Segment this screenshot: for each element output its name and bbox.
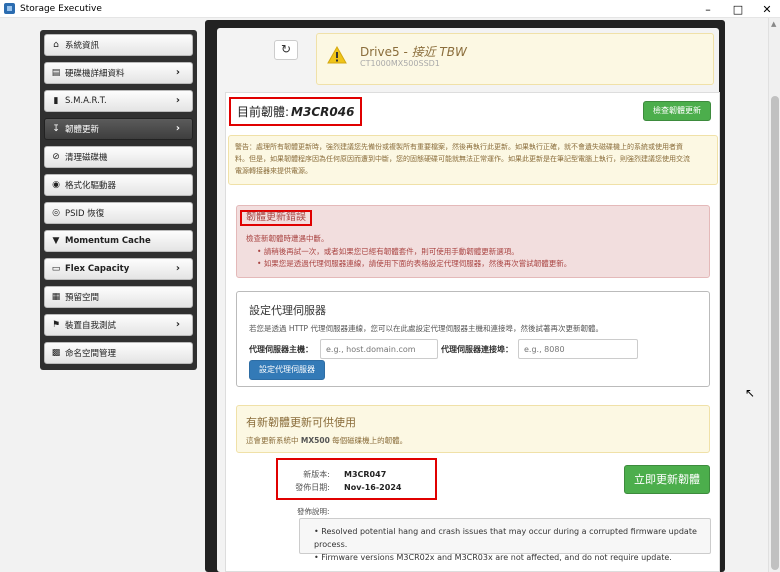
sidebar-item-system-info[interactable]: ⌂ 系統資訊: [44, 34, 193, 56]
sidebar-item-label: 命名空間管理: [65, 349, 117, 359]
current-firmware-value: M3CR046: [291, 104, 355, 119]
refresh-button[interactable]: ↻: [274, 40, 298, 60]
drive-name: Drive5 - 接近 TBW: [360, 45, 467, 59]
flex-icon: ▭: [51, 264, 61, 274]
sidebar-item-self-test[interactable]: ⚑ 裝置自我測試 ›: [44, 314, 193, 336]
title-bar: Storage Executive: [0, 0, 780, 18]
proxy-host-input[interactable]: [320, 339, 438, 359]
scroll-up-icon[interactable]: ▲: [771, 20, 776, 28]
sidebar-item-label: 韌體更新: [65, 125, 100, 135]
sidebar-item-label: 裝置自我測試: [65, 321, 117, 331]
disc-icon: ◉: [52, 180, 60, 190]
current-firmware: 目前韌體: M3CR046: [229, 97, 362, 126]
sidebar-item-drive-details[interactable]: ▤ 硬碟機詳細資料 ›: [44, 62, 193, 84]
flag-icon: ⚑: [51, 320, 61, 330]
ban-icon: ⊘: [52, 152, 60, 162]
scrollbar-thumb[interactable]: [771, 96, 779, 570]
mouse-cursor-icon: ↖: [745, 386, 756, 400]
sidebar-item-label: 預留空間: [65, 293, 100, 303]
namespace-icon: ▩: [51, 348, 61, 358]
update-firmware-now-button[interactable]: 立即更新韌體: [624, 465, 710, 494]
warning-icon: [327, 46, 347, 64]
sidebar-item-label: S.M.A.R.T.: [65, 96, 107, 106]
new-version-value: M3CR047: [344, 470, 387, 479]
chevron-right-icon: ›: [175, 95, 180, 106]
sidebar-item-label: Flex Capacity: [65, 264, 130, 274]
eye-icon: ◎: [52, 208, 60, 218]
sidebar-item-namespace[interactable]: ▩ 命名空間管理: [44, 342, 193, 364]
app-icon: [4, 3, 15, 14]
sidebar-item-firmware-update[interactable]: ↧ 韌體更新 ›: [44, 118, 193, 140]
check-firmware-update-button[interactable]: 檢查韌體更新: [643, 101, 711, 121]
scrollbar[interactable]: ▲: [768, 18, 780, 572]
window-title: Storage Executive: [20, 3, 102, 14]
chevron-right-icon: ›: [175, 263, 180, 274]
list-item: Firmware versions M3CR02x and M3CR03x ar…: [314, 551, 710, 564]
new-version-label: 新版本:: [303, 470, 330, 479]
proxy-description: 若您是透過 HTTP 代理伺服器連線，您可以在此處設定代理伺服器主機和連接埠，然…: [249, 324, 603, 333]
proxy-port-label: 代理伺服器連接埠：: [441, 345, 513, 354]
release-date-value: Nov-16-2024: [344, 483, 402, 492]
sidebar-item-label: PSID 恢復: [65, 209, 105, 219]
chevron-right-icon: ›: [175, 67, 180, 78]
chevron-right-icon: ›: [175, 123, 180, 134]
sidebar-item-label: 硬碟機詳細資料: [65, 69, 125, 79]
sidebar-item-momentum-cache[interactable]: ▼ Momentum Cache: [44, 230, 193, 252]
update-title: 有新韌體更新可供使用: [246, 416, 356, 429]
proxy-host-label: 代理伺服器主機：: [249, 345, 313, 354]
sidebar-item-format[interactable]: ◉ 格式化驅動器: [44, 174, 193, 196]
release-date-label: 發佈日期:: [295, 483, 330, 492]
home-icon: ⌂: [53, 40, 59, 50]
drive-status-box: Drive5 - 接近 TBW CT1000MX500SSD1: [316, 33, 714, 85]
drive-model: CT1000MX500SSD1: [360, 59, 440, 68]
drive-icon: ▤: [51, 68, 61, 78]
sidebar-item-label: 格式化驅動器: [65, 181, 117, 191]
proxy-title: 設定代理伺服器: [249, 304, 326, 317]
sidebar-item-psid-revert[interactable]: ◎ PSID 恢復: [44, 202, 193, 224]
list-item: 請稍後再試一次，或者如果您已經有韌體套件，則可使用手動韌體更新選項。: [257, 246, 571, 258]
refresh-icon: ↻: [280, 42, 292, 56]
error-description: 檢查新韌體時遭遇中斷。: [246, 234, 329, 243]
sidebar-item-flex-capacity[interactable]: ▭ Flex Capacity ›: [44, 258, 193, 280]
release-notes-label: 發佈說明:: [297, 507, 330, 516]
maximize-icon[interactable]: □: [723, 0, 753, 18]
filter-icon: ▼: [52, 236, 60, 246]
proxy-settings: 設定代理伺服器 若您是透過 HTTP 代理伺服器連線，您可以在此處設定代理伺服器…: [236, 291, 710, 387]
update-available-box: 有新韌體更新可供使用 這會更新系統中 MX500 每個磁碟機上的韌體。: [236, 405, 710, 453]
release-notes: Resolved potential hang and crash issues…: [299, 518, 711, 562]
sidebar-item-over-provisioning[interactable]: ▦ 預留空間: [44, 286, 193, 308]
bar-chart-icon: ▮: [53, 96, 59, 106]
set-proxy-button[interactable]: 設定代理伺服器: [249, 360, 325, 380]
list-item: Resolved potential hang and crash issues…: [314, 525, 710, 551]
sidebar-item-sanitize[interactable]: ⊘ 清理磁碟機: [44, 146, 193, 168]
firmware-warning: 警告：處理所有韌體更新時，強烈建議您先備份或複製所有重要檔案，然後再執行此更新。…: [228, 135, 718, 185]
sidebar-item-label: 系統資訊: [65, 41, 100, 51]
firmware-error-box: 韌體更新錯誤 檢查新韌體時遭遇中斷。 請稍後再試一次，或者如果您已經有韌體套件，…: [236, 205, 710, 278]
minimize-icon[interactable]: –: [693, 0, 723, 18]
grid-icon: ▦: [51, 292, 61, 302]
list-item: 如果您是透過代理伺服器連線，請使用下面的表格設定代理伺服器，然後再次嘗試韌體更新…: [257, 258, 572, 270]
sidebar-item-smart[interactable]: ▮ S.M.A.R.T. ›: [44, 90, 193, 112]
close-icon[interactable]: ✕: [752, 0, 780, 18]
error-list: 請稍後再試一次，或者如果您已經有韌體套件，則可使用手動韌體更新選項。 如果您是透…: [257, 246, 572, 270]
error-title: 韌體更新錯誤: [240, 210, 312, 226]
sidebar-item-label: 清理磁碟機: [65, 153, 108, 163]
download-icon: ↧: [52, 124, 60, 134]
update-description: 這會更新系統中 MX500 每個磁碟機上的韌體。: [246, 436, 408, 445]
chevron-right-icon: ›: [175, 319, 180, 330]
new-version-info: 新版本: M3CR047 發佈日期: Nov-16-2024: [276, 458, 437, 500]
sidebar-item-label: Momentum Cache: [65, 236, 151, 246]
sidebar: ⌂ 系統資訊 ▤ 硬碟機詳細資料 › ▮ S.M.A.R.T. › ↧ 韌體更新…: [40, 30, 197, 370]
proxy-port-input[interactable]: [518, 339, 638, 359]
